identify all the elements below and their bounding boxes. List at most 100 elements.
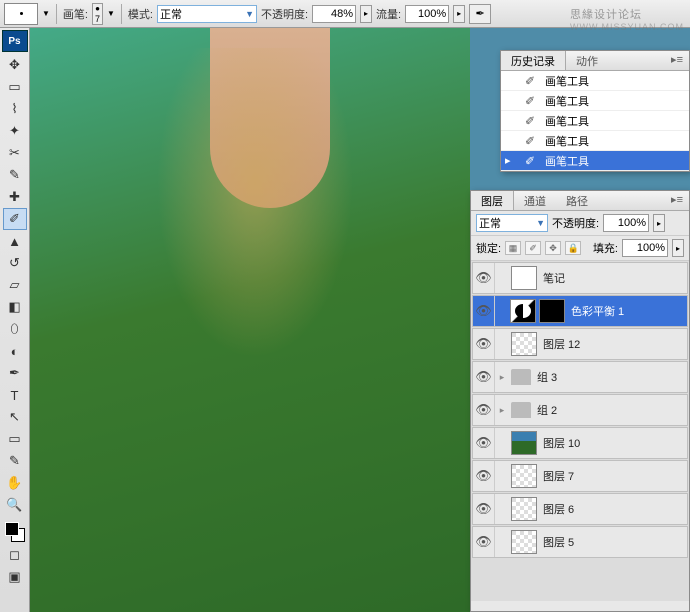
adjustment-thumb[interactable]	[510, 299, 536, 323]
marquee-tool[interactable]: ▭	[3, 76, 27, 98]
layer-row[interactable]: 👁 图层 12	[472, 328, 688, 360]
visibility-icon[interactable]: 👁	[473, 395, 495, 425]
folder-icon	[511, 369, 531, 385]
zoom-tool[interactable]: 🔍	[3, 494, 27, 516]
tool-preset-picker[interactable]	[4, 3, 38, 25]
history-brush-tool[interactable]: ↺	[3, 252, 27, 274]
folder-icon	[511, 402, 531, 418]
visibility-icon[interactable]: 👁	[473, 329, 495, 359]
layer-thumb[interactable]	[511, 497, 537, 521]
watermark: 思緣设计论坛 WWW.MISSYUAN.COM	[570, 6, 684, 32]
layer-row[interactable]: 👁 图层 5	[472, 526, 688, 558]
layer-list: 👁 笔记 👁 色彩平衡 1 👁 图层 12 👁 ▸ 组 3 👁 ▸	[471, 261, 689, 601]
lock-transparent-icon[interactable]: ▦	[505, 241, 521, 255]
layer-thumb[interactable]	[511, 530, 537, 554]
tab-layers[interactable]: 图层	[471, 191, 514, 210]
shape-tool[interactable]: ▭	[3, 428, 27, 450]
history-item[interactable]: ✐画笔工具	[501, 91, 689, 111]
visibility-icon[interactable]: 👁	[473, 296, 495, 326]
opacity-input[interactable]: 48%	[312, 5, 356, 23]
hand-tool[interactable]: ✋	[3, 472, 27, 494]
history-item[interactable]: ✐画笔工具	[501, 111, 689, 131]
fill-chevron[interactable]: ▸	[672, 239, 684, 257]
type-tool[interactable]: T	[3, 384, 27, 406]
layer-row[interactable]: 👁 ▸ 组 3	[472, 361, 688, 393]
brush-icon: ✐	[525, 154, 539, 168]
layer-blend-select[interactable]: 正常 ▼	[476, 214, 548, 232]
mask-thumb[interactable]	[539, 299, 565, 323]
expand-icon[interactable]: ▸	[495, 405, 509, 416]
panel-menu-icon[interactable]: ▸≡	[665, 191, 689, 210]
dodge-tool[interactable]: ◐	[3, 340, 27, 362]
screenmode-icon[interactable]: ▣	[3, 566, 27, 588]
opacity-chevron[interactable]: ▸	[360, 5, 372, 23]
chevron-down-icon[interactable]: ▼	[107, 9, 115, 18]
lasso-tool[interactable]: ⌇	[3, 98, 27, 120]
layer-thumb[interactable]	[511, 266, 537, 290]
layer-row[interactable]: 👁 图层 10	[472, 427, 688, 459]
visibility-icon[interactable]: 👁	[473, 527, 495, 557]
history-list: ✐画笔工具 ✐画笔工具 ✐画笔工具 ✐画笔工具 ▸✐画笔工具	[501, 71, 689, 171]
brush-size-picker[interactable]: • 7	[92, 3, 103, 25]
pen-tool[interactable]: ✒	[3, 362, 27, 384]
visibility-icon[interactable]: 👁	[473, 362, 495, 392]
canvas-image[interactable]	[30, 28, 470, 612]
chevron-down-icon[interactable]: ▼	[42, 9, 50, 18]
layer-row[interactable]: 👁 笔记	[472, 262, 688, 294]
eyedropper-tool[interactable]: ✎	[3, 164, 27, 186]
brush-icon: ✐	[525, 74, 539, 88]
history-item[interactable]: ✐画笔工具	[501, 131, 689, 151]
stamp-tool[interactable]: ▲	[3, 230, 27, 252]
layers-panel: 图层 通道 路径 ▸≡ 正常 ▼ 不透明度: 100% ▸ 锁定: ▦ ✐ ✥ …	[470, 190, 690, 612]
panel-menu-icon[interactable]: ▸≡	[665, 51, 689, 70]
move-tool[interactable]: ✥	[3, 54, 27, 76]
layer-thumb[interactable]	[511, 464, 537, 488]
tab-paths[interactable]: 路径	[556, 191, 598, 210]
visibility-icon[interactable]: 👁	[473, 428, 495, 458]
expand-icon[interactable]: ▸	[495, 372, 509, 383]
layer-row[interactable]: 👁 ▸ 组 2	[472, 394, 688, 426]
tab-history[interactable]: 历史记录	[501, 51, 566, 70]
layer-thumb[interactable]	[511, 332, 537, 356]
history-item[interactable]: ▸✐画笔工具	[501, 151, 689, 171]
chevron-down-icon: ▼	[245, 9, 254, 19]
path-tool[interactable]: ↖	[3, 406, 27, 428]
quickmask-icon[interactable]: ◻	[3, 544, 27, 566]
eraser-tool[interactable]: ▱	[3, 274, 27, 296]
toolbox: Ps ✥ ▭ ⌇ ✦ ✂ ✎ ✚ ✐ ▲ ↺ ▱ ◧ ⬯ ◐ ✒ T ↖ ▭ ✎…	[0, 28, 30, 612]
blur-tool[interactable]: ⬯	[3, 318, 27, 340]
brush-label: 画笔:	[63, 6, 88, 22]
lock-all-icon[interactable]: 🔒	[565, 241, 581, 255]
notes-tool[interactable]: ✎	[3, 450, 27, 472]
brush-icon: ✐	[525, 134, 539, 148]
wand-tool[interactable]: ✦	[3, 120, 27, 142]
layer-thumb[interactable]	[511, 431, 537, 455]
visibility-icon[interactable]: 👁	[473, 263, 495, 293]
fill-input[interactable]: 100%	[622, 239, 668, 257]
lock-pixels-icon[interactable]: ✐	[525, 241, 541, 255]
layer-row[interactable]: 👁 图层 6	[472, 493, 688, 525]
history-item[interactable]: ✐画笔工具	[501, 71, 689, 91]
gradient-tool[interactable]: ◧	[3, 296, 27, 318]
mode-label: 模式:	[128, 6, 153, 22]
layer-opacity-input[interactable]: 100%	[603, 214, 649, 232]
fill-label: 填充:	[593, 240, 618, 256]
brush-tool[interactable]: ✐	[3, 208, 27, 230]
tab-channels[interactable]: 通道	[514, 191, 556, 210]
airbrush-icon[interactable]: ✒	[469, 4, 491, 24]
flow-input[interactable]: 100%	[405, 5, 449, 23]
healing-tool[interactable]: ✚	[3, 186, 27, 208]
lock-position-icon[interactable]: ✥	[545, 241, 561, 255]
layer-row[interactable]: 👁 图层 7	[472, 460, 688, 492]
layer-row[interactable]: 👁 色彩平衡 1	[472, 295, 688, 327]
chevron-down-icon: ▼	[536, 218, 545, 228]
flow-chevron[interactable]: ▸	[453, 5, 465, 23]
color-swatches[interactable]	[3, 520, 27, 544]
tab-actions[interactable]: 动作	[566, 51, 608, 70]
crop-tool[interactable]: ✂	[3, 142, 27, 164]
opacity-chevron[interactable]: ▸	[653, 214, 665, 232]
layer-opacity-label: 不透明度:	[552, 215, 599, 231]
blend-mode-select[interactable]: 正常 ▼	[157, 5, 257, 23]
visibility-icon[interactable]: 👁	[473, 494, 495, 524]
visibility-icon[interactable]: 👁	[473, 461, 495, 491]
